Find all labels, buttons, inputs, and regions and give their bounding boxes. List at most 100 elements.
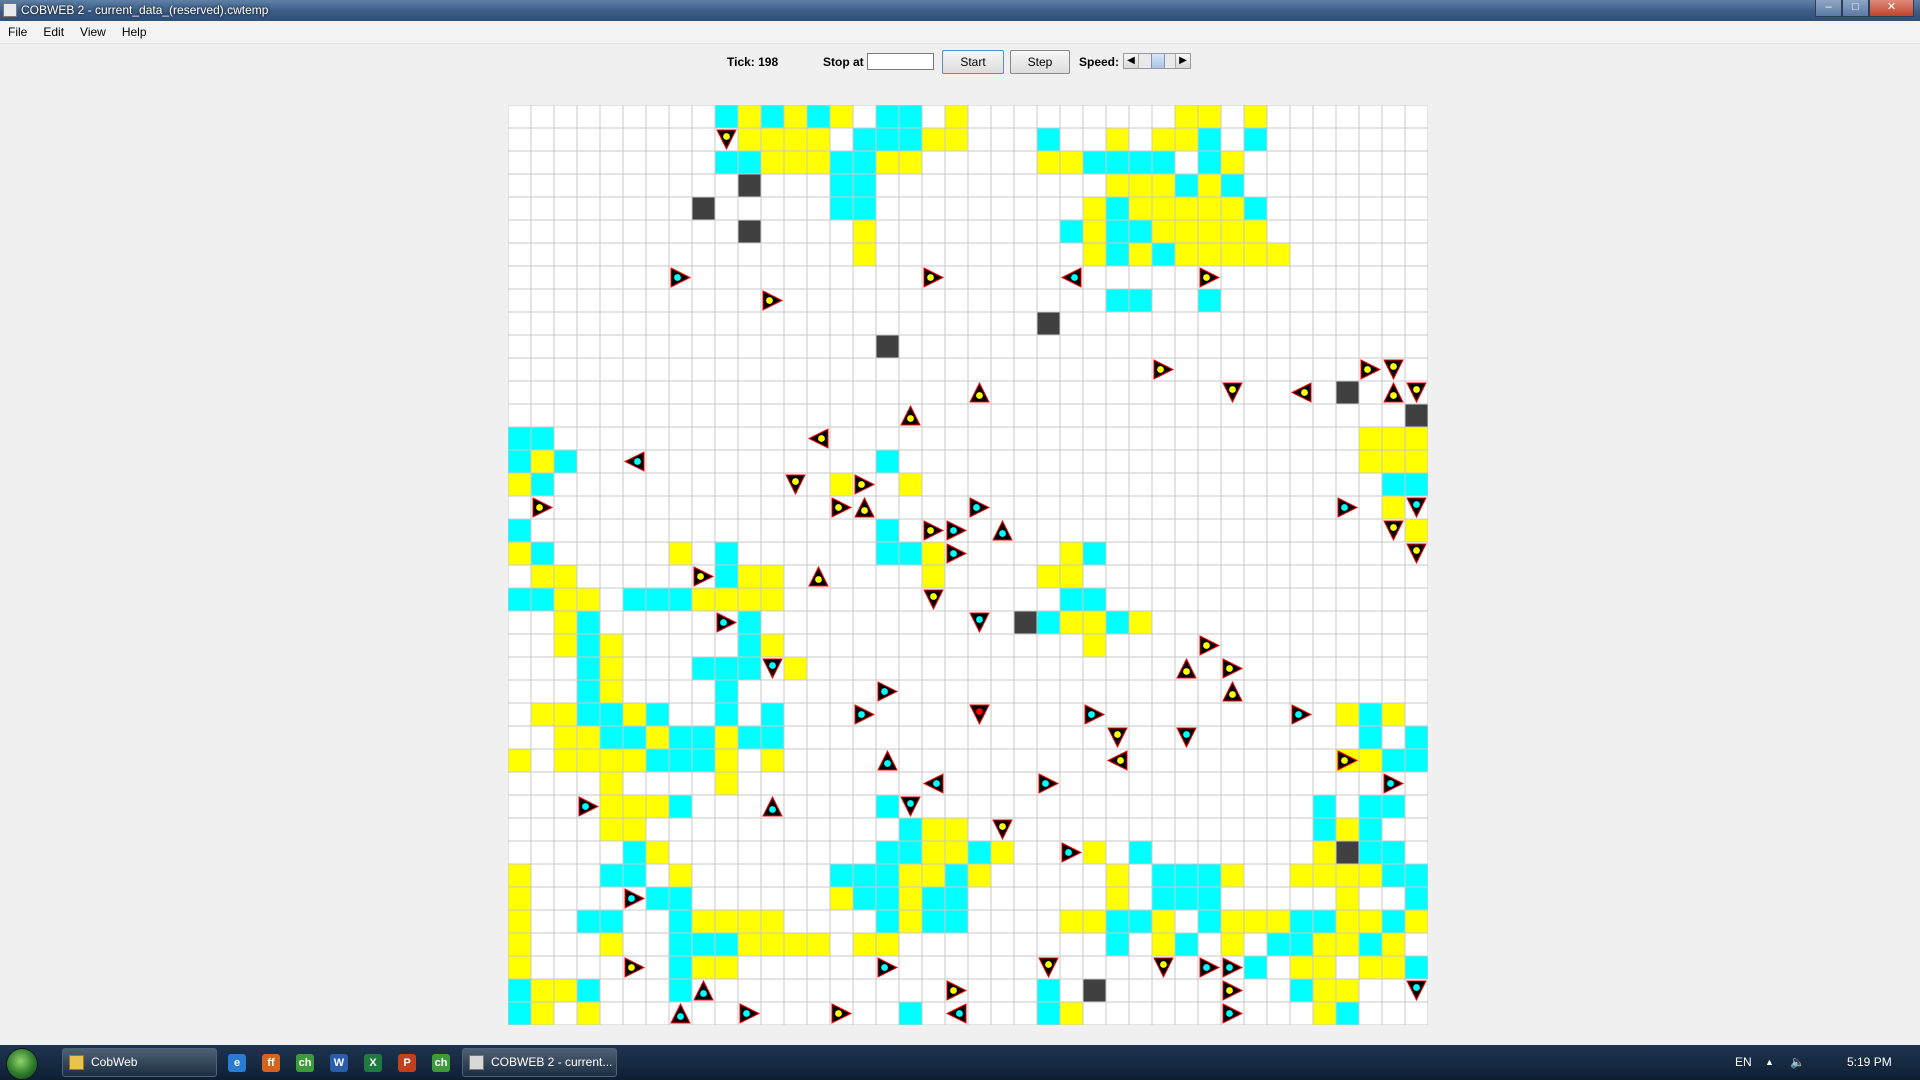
agent-dot xyxy=(858,711,865,718)
stop-at-label: Stop at xyxy=(823,55,864,69)
yellow-food-cell xyxy=(623,749,646,772)
menu-help[interactable]: Help xyxy=(114,25,155,39)
agent-dot xyxy=(1301,389,1308,396)
yellow-food-cell xyxy=(1152,197,1175,220)
taskbar-explorer-cobweb[interactable]: CobWeb xyxy=(62,1048,217,1077)
cyan-food-cell xyxy=(577,910,600,933)
speed-increase-arrow-icon[interactable]: ▶ xyxy=(1175,54,1190,68)
speed-slider-thumb[interactable] xyxy=(1151,54,1165,68)
cyan-food-cell xyxy=(508,979,531,1002)
yellow-food-cell xyxy=(899,910,922,933)
powerpoint-icon[interactable]: P xyxy=(398,1054,416,1072)
firefox-icon[interactable]: ff xyxy=(262,1054,280,1072)
yellow-food-cell xyxy=(623,795,646,818)
yellow-food-cell xyxy=(715,956,738,979)
cyan-food-cell xyxy=(600,864,623,887)
cyan-food-cell xyxy=(669,887,692,910)
yellow-food-cell xyxy=(853,243,876,266)
cyan-food-cell xyxy=(1175,864,1198,887)
stone-cell xyxy=(1014,611,1037,634)
menu-view[interactable]: View xyxy=(72,25,114,39)
yellow-food-cell xyxy=(968,864,991,887)
yellow-food-cell xyxy=(1060,611,1083,634)
yellow-food-cell xyxy=(1336,933,1359,956)
start-button[interactable]: Start xyxy=(942,50,1004,74)
step-button[interactable]: Step xyxy=(1010,50,1070,74)
speed-slider[interactable]: ◀ ▶ xyxy=(1123,53,1191,69)
yellow-food-cell xyxy=(531,979,554,1002)
yellow-food-cell xyxy=(1152,910,1175,933)
clock[interactable]: 5:19 PM xyxy=(1847,1055,1892,1069)
cyan-food-cell xyxy=(1106,289,1129,312)
agent-dot xyxy=(1065,849,1072,856)
menu-file[interactable]: File xyxy=(0,25,35,39)
menu-bar: File Edit View Help xyxy=(0,21,1920,44)
volume-icon[interactable]: 🔈 xyxy=(1790,1055,1805,1069)
excel-icon[interactable]: X xyxy=(364,1054,382,1072)
tray-expand-arrow-icon[interactable]: ▲ xyxy=(1765,1057,1774,1067)
cyan-food-cell xyxy=(922,887,945,910)
taskbar-cobweb-window[interactable]: COBWEB 2 - current... xyxy=(462,1048,617,1077)
agent-dot xyxy=(861,507,868,514)
cyan-food-cell xyxy=(600,726,623,749)
simulation-grid[interactable] xyxy=(508,105,1428,1025)
agent-dot xyxy=(907,415,914,422)
menu-edit[interactable]: Edit xyxy=(35,25,72,39)
start-orb-icon[interactable] xyxy=(6,1048,38,1080)
close-button[interactable]: ✕ xyxy=(1869,0,1914,17)
word-icon[interactable]: W xyxy=(330,1054,348,1072)
yellow-food-cell xyxy=(1382,496,1405,519)
cyan-food-cell xyxy=(853,864,876,887)
yellow-food-cell xyxy=(899,151,922,174)
agent-dot xyxy=(1413,501,1420,508)
yellow-food-cell xyxy=(1336,887,1359,910)
yellow-food-cell xyxy=(1405,910,1428,933)
cyan-food-cell xyxy=(876,795,899,818)
agent-dot xyxy=(1226,987,1233,994)
yellow-food-cell xyxy=(1221,864,1244,887)
yellow-food-cell xyxy=(1405,450,1428,473)
agent-dot xyxy=(950,527,957,534)
speed-decrease-arrow-icon[interactable]: ◀ xyxy=(1124,54,1139,68)
grid-canvas[interactable] xyxy=(508,105,1428,1025)
agent-dot xyxy=(792,478,799,485)
agent-dot xyxy=(1203,274,1210,281)
chrome-icon[interactable]: ch xyxy=(296,1054,314,1072)
cyan-food-cell xyxy=(876,864,899,887)
maximize-button[interactable]: □ xyxy=(1842,0,1869,17)
language-indicator[interactable]: EN xyxy=(1735,1055,1752,1069)
cyan-food-cell xyxy=(1359,703,1382,726)
yellow-food-cell xyxy=(1037,565,1060,588)
agent-dot xyxy=(1042,780,1049,787)
stop-at-input[interactable] xyxy=(867,53,934,70)
yellow-food-cell xyxy=(1175,243,1198,266)
cyan-food-cell xyxy=(692,749,715,772)
cyan-food-cell xyxy=(1152,243,1175,266)
cyan-food-cell xyxy=(876,910,899,933)
cyan-food-cell xyxy=(669,910,692,933)
cyan-food-cell xyxy=(899,542,922,565)
yellow-food-cell xyxy=(899,864,922,887)
cyan-food-cell xyxy=(1359,933,1382,956)
yellow-food-cell xyxy=(738,933,761,956)
yellow-food-cell xyxy=(761,933,784,956)
cyan-food-cell xyxy=(1359,795,1382,818)
ie-icon[interactable]: e xyxy=(228,1054,246,1072)
agent-dot xyxy=(976,616,983,623)
yellow-food-cell xyxy=(508,473,531,496)
minimize-button[interactable]: – xyxy=(1815,0,1842,17)
yellow-food-cell xyxy=(577,749,600,772)
yellow-food-cell xyxy=(646,795,669,818)
cyan-food-cell xyxy=(1198,151,1221,174)
yellow-food-cell xyxy=(1336,703,1359,726)
cyan-food-cell xyxy=(1198,128,1221,151)
yellow-food-cell xyxy=(600,657,623,680)
yellow-food-cell xyxy=(600,680,623,703)
agent-dot xyxy=(835,1010,842,1017)
chrome-icon-2[interactable]: ch xyxy=(432,1054,450,1072)
yellow-food-cell xyxy=(1336,910,1359,933)
yellow-food-cell xyxy=(554,611,577,634)
cyan-food-cell xyxy=(761,105,784,128)
agent-dot xyxy=(927,527,934,534)
yellow-food-cell xyxy=(1198,105,1221,128)
